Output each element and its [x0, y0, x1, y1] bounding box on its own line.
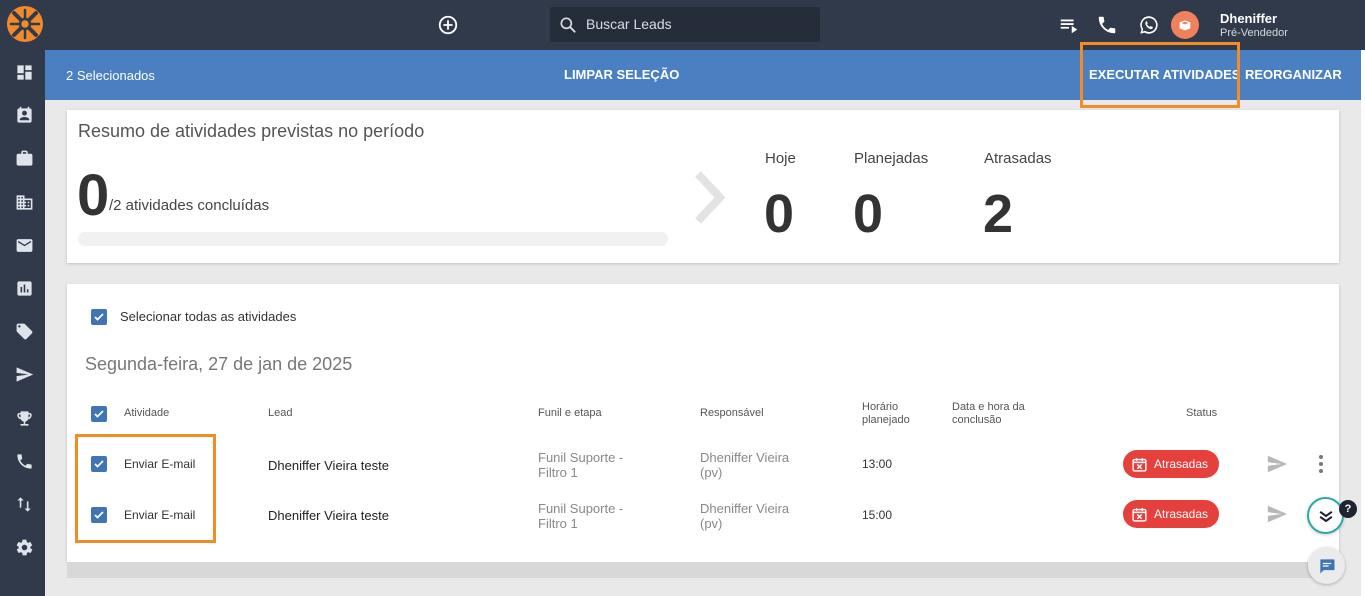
- tags-icon[interactable]: [14, 321, 34, 341]
- avatar[interactable]: [1171, 11, 1199, 39]
- page-bottom-band: [45, 578, 1361, 596]
- contacts-icon[interactable]: [14, 105, 34, 125]
- status-text: Atrasadas: [1154, 507, 1209, 521]
- user-name[interactable]: Dheniffer: [1220, 11, 1277, 26]
- row-time: 15:00: [862, 508, 893, 522]
- chat-button[interactable]: [1308, 547, 1345, 584]
- column-owner[interactable]: Responsável: [700, 407, 764, 420]
- column-planned-line-1: Horário: [862, 401, 899, 413]
- briefcase-icon[interactable]: [14, 148, 34, 168]
- stat-label-late: Atrasadas: [984, 150, 1052, 167]
- reorganize-button[interactable]: REORGANIZAR: [1245, 67, 1342, 82]
- trophy-icon[interactable]: [14, 408, 34, 428]
- search-icon: [560, 17, 576, 33]
- stat-label-today: Hoje: [765, 150, 796, 167]
- rows-highlight-box: [75, 434, 216, 543]
- column-done[interactable]: Data e hora da conclusão: [952, 401, 1025, 427]
- help-badge[interactable]: ?: [1339, 500, 1357, 518]
- stat-value-today: 0: [764, 184, 795, 244]
- column-funnel[interactable]: Funil e etapa: [538, 407, 602, 420]
- status-badge: Atrasadas: [1123, 450, 1219, 478]
- calendar-x-icon: [1132, 457, 1147, 472]
- row-funnel: Funil Suporte - Filtro 1: [538, 450, 623, 480]
- day-title: Segunda-feira, 27 de jan de 2025: [85, 354, 353, 374]
- activity-queue-icon[interactable]: [1057, 13, 1081, 37]
- search-box[interactable]: [550, 7, 820, 42]
- send-icon[interactable]: [1266, 453, 1288, 475]
- completed-suffix: /2 atividades concluídas: [109, 197, 270, 214]
- progress-bar: [78, 232, 668, 246]
- summary-title: Resumo de atividades previstas no períod…: [78, 121, 425, 141]
- add-circle-icon[interactable]: [437, 14, 459, 36]
- column-status[interactable]: Status: [1186, 407, 1217, 420]
- column-planned-line-2: planejado: [862, 414, 910, 426]
- check-icon: [94, 410, 104, 418]
- column-done-line-1: Data e hora da: [952, 401, 1025, 413]
- row-owner: Dheniffer Vieira (pv): [700, 501, 789, 531]
- row-owner: Dheniffer Vieira (pv): [700, 450, 789, 480]
- clear-selection-button[interactable]: LIMPAR SELEÇÃO: [564, 67, 679, 82]
- mail-icon[interactable]: [14, 235, 34, 255]
- row-time: 13:00: [862, 457, 893, 471]
- selected-count: 2 Selecionados: [66, 68, 155, 83]
- page-edge: [1361, 50, 1365, 596]
- send-icon[interactable]: [1266, 503, 1288, 525]
- row-funnel-line-2: Filtro 1: [538, 516, 578, 531]
- column-done-line-2: conclusão: [952, 414, 1002, 426]
- status-text: Atrasadas: [1154, 457, 1209, 471]
- settings-icon[interactable]: [14, 537, 34, 557]
- activities-card: Selecionar todas as atividades Segunda-f…: [67, 284, 1339, 562]
- stat-value-planned: 0: [853, 184, 884, 244]
- row-owner-line-1: Dheniffer Vieira: [700, 450, 790, 465]
- reports-icon[interactable]: [14, 278, 34, 298]
- select-all-label[interactable]: Selecionar todas as atividades: [120, 309, 296, 324]
- row-funnel-line-1: Funil Suporte -: [538, 450, 624, 465]
- whatsapp-icon[interactable]: [1137, 13, 1161, 37]
- header-checkbox[interactable]: [91, 406, 107, 422]
- row-owner-line-1: Dheniffer Vieira: [700, 501, 790, 516]
- execute-highlight-box: [1080, 42, 1240, 108]
- completed-count: 0: [77, 163, 110, 228]
- chevron-right-icon: [695, 171, 726, 224]
- help-widget-button[interactable]: [1307, 497, 1344, 534]
- phone-nav-icon[interactable]: [14, 451, 34, 471]
- row-funnel-line-1: Funil Suporte -: [538, 501, 624, 516]
- row-owner-line-2: (pv): [700, 516, 723, 531]
- column-lead[interactable]: Lead: [268, 407, 292, 420]
- app-logo-icon[interactable]: [6, 5, 44, 43]
- row-lead[interactable]: Dheniffer Vieira teste: [268, 458, 389, 473]
- more-vert-icon[interactable]: [1313, 453, 1329, 475]
- sidebar: [0, 0, 45, 596]
- column-planned[interactable]: Horário planejado: [862, 401, 910, 427]
- building-icon[interactable]: [14, 192, 34, 212]
- chevrons-icon: [1319, 510, 1332, 522]
- check-icon: [94, 313, 104, 321]
- column-activity[interactable]: Atividade: [124, 407, 169, 420]
- row-funnel: Funil Suporte - Filtro 1: [538, 501, 623, 531]
- stat-value-late: 2: [983, 184, 1014, 244]
- chat-icon: [1319, 558, 1334, 573]
- summary-card: Resumo de atividades previstas no períod…: [67, 110, 1339, 263]
- calendar-x-icon: [1132, 507, 1147, 522]
- row-funnel-line-2: Filtro 1: [538, 465, 578, 480]
- dashboard-icon[interactable]: [14, 62, 34, 82]
- send-nav-icon[interactable]: [14, 364, 34, 384]
- user-role: Pré-Vendedor: [1220, 27, 1288, 39]
- book-icon: [1179, 20, 1191, 31]
- search-input[interactable]: [586, 13, 806, 35]
- row-owner-line-2: (pv): [700, 465, 723, 480]
- phone-icon[interactable]: [1095, 13, 1119, 37]
- card-bottom-strip: [67, 562, 1339, 578]
- row-lead[interactable]: Dheniffer Vieira teste: [268, 508, 389, 523]
- stat-label-planned: Planejadas: [854, 150, 929, 167]
- status-badge: Atrasadas: [1123, 500, 1219, 528]
- flow-icon[interactable]: [14, 494, 34, 514]
- select-all-checkbox[interactable]: [91, 309, 107, 325]
